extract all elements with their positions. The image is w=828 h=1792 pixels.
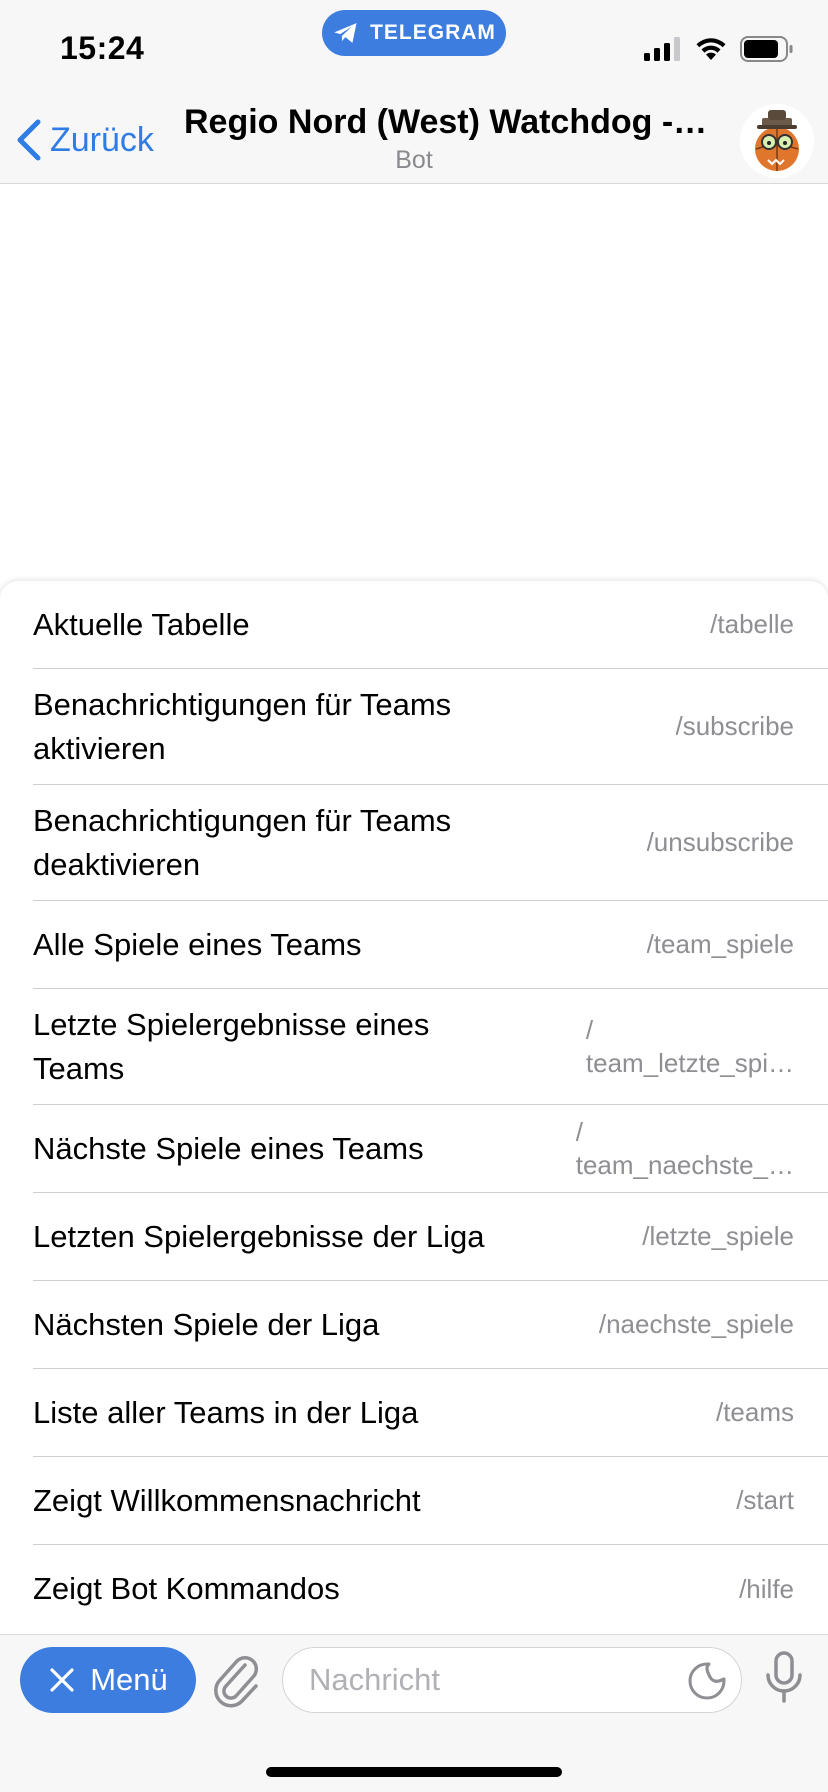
command-name: /tabelle [710,609,794,639]
command-description: Zeigt Bot Kommandos [33,1571,340,1606]
sticker-button[interactable] [687,1661,727,1701]
microphone-button[interactable] [764,1649,804,1709]
command-description: Zeigt Willkommensnachricht [33,1482,421,1518]
command-description: Alle Spiele eines Teams [33,926,362,962]
command-item-tabelle[interactable]: Aktuelle Tabelle /tabelle [33,581,828,669]
attach-button[interactable] [212,1651,262,1711]
command-item-team-letzte-spiele[interactable]: Letzte Spielergebnisse eines Teams / tea… [33,989,828,1105]
command-item-naechste-spiele[interactable]: Nächsten Spiele der Liga /naechste_spiel… [33,1281,828,1369]
command-name: /unsubscribe [646,827,794,857]
battery-icon [740,36,793,62]
command-item-team-spiele[interactable]: Alle Spiele eines Teams /team_spiele [33,901,828,989]
command-name: /subscribe [675,711,795,741]
chat-header: 15:24 TELEGRAM Zurück Regio Nord (West) … [0,0,828,184]
command-name: /hilfe [739,1573,794,1604]
command-description: Liste aller Teams in der Liga [33,1394,419,1430]
command-description: Nächste Spiele eines Teams [33,1130,424,1166]
microphone-icon [766,1651,802,1703]
message-input[interactable] [307,1648,667,1712]
paperclip-icon [214,1655,259,1708]
cellular-signal-icon [644,37,680,61]
chat-title[interactable]: Regio Nord (West) Watchdog -… [184,103,714,142]
menu-button[interactable]: Menü [20,1647,196,1713]
status-time: 15:24 [60,30,145,66]
command-name: /teams [715,1397,794,1427]
command-description: Letzte Spielergebnisse eines Teams [33,1006,430,1086]
command-name: /team_spiele [646,929,794,959]
command-item-hilfe[interactable]: Zeigt Bot Kommandos /hilfe [33,1545,828,1633]
command-name: /start [736,1485,794,1515]
command-name-line: / [585,1014,594,1045]
command-description: Letzten Spielergebnisse der Liga [33,1218,485,1254]
command-name-line: team_naechste_… [575,1149,794,1180]
wifi-icon [696,38,726,60]
command-description: Nächsten Spiele der Liga [33,1306,380,1342]
command-name-line: team_letzte_spi… [585,1047,794,1078]
command-item-subscribe[interactable]: Benachrichtigungen für Teams aktivieren … [33,669,828,785]
chat-subtitle: Bot [395,146,433,174]
sticker-icon [688,1662,726,1700]
command-name-line: / [575,1116,583,1147]
telegram-return-pill[interactable]: TELEGRAM [322,10,506,56]
back-label: Zurück [50,120,154,159]
bot-avatar-icon [740,104,814,178]
close-icon [50,1668,74,1692]
avatar[interactable] [740,104,814,178]
command-item-letzte-spiele[interactable]: Letzten Spielergebnisse der Liga /letzte… [33,1193,828,1281]
command-description: Aktuelle Tabelle [33,606,250,642]
status-icons [644,36,794,62]
command-name: /letzte_spiele [642,1221,794,1251]
command-item-start[interactable]: Zeigt Willkommensnachricht /start [33,1457,828,1545]
bot-command-menu: Aktuelle Tabelle /tabelle Benachrichtigu… [0,581,828,1634]
message-input-bar: Menü [0,1634,828,1792]
command-name: /naechste_spiele [598,1309,794,1339]
command-item-teams[interactable]: Liste aller Teams in der Liga /teams [33,1369,828,1457]
command-item-team-naechste-spiele[interactable]: Nächste Spiele eines Teams / team_naechs… [33,1105,828,1193]
paper-plane-icon [334,23,357,43]
chat-messages-area[interactable] [0,185,828,580]
home-indicator [266,1767,562,1777]
command-description: Benachrichtigungen für Teams aktivieren [33,686,452,766]
command-name: / team_letzte_spi… [586,1014,794,1080]
back-button[interactable]: Zurück [14,112,154,168]
telegram-pill-label: TELEGRAM [370,21,496,44]
telegram-chat-screen: 15:24 TELEGRAM Zurück Regio Nord (West) … [0,0,828,1792]
menu-button-label: Menü [90,1662,168,1697]
command-item-unsubscribe[interactable]: Benachrichtigungen für Teams deaktiviere… [33,785,828,901]
chevron-left-icon [17,119,41,161]
command-description: Benachrichtigungen für Teams deaktiviere… [33,802,452,882]
command-name: / team_naechste_… [576,1116,794,1182]
message-field[interactable] [282,1647,742,1713]
